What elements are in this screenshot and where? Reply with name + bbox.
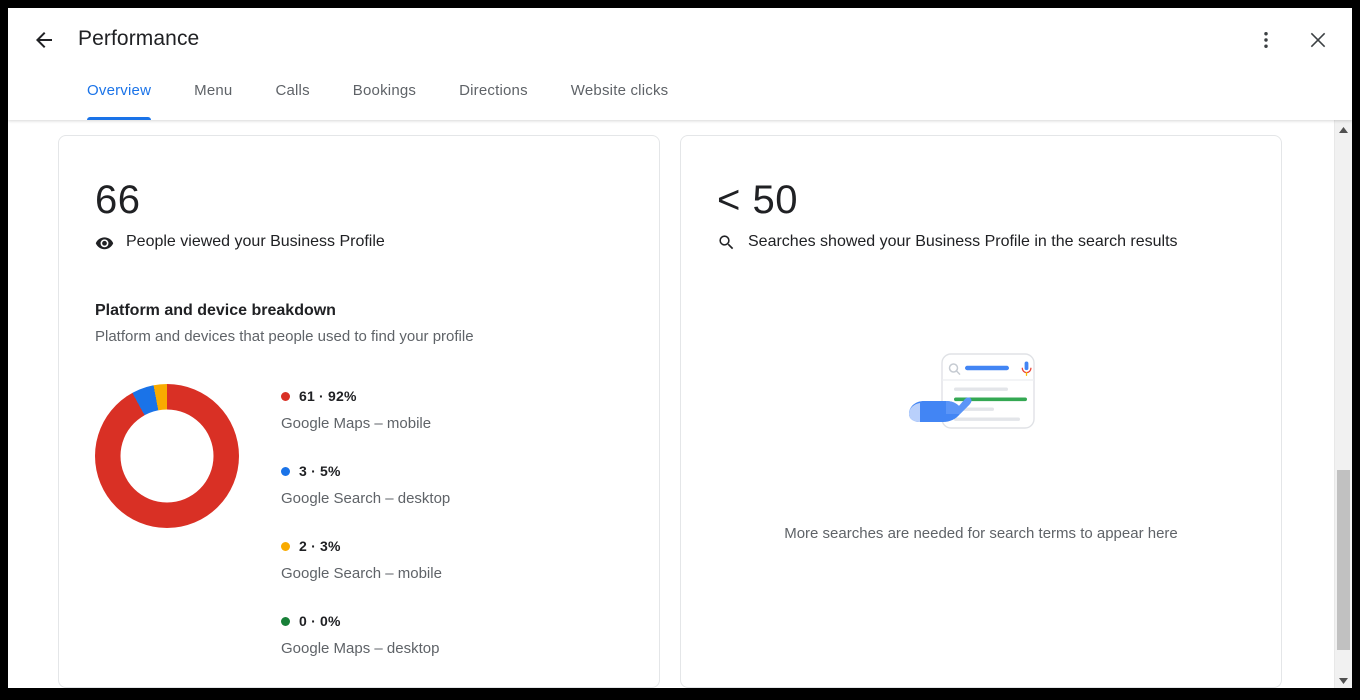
page-title: Performance [78, 27, 200, 50]
legend-category-name: Google Search – mobile [281, 565, 442, 582]
legend-color-dot [281, 391, 290, 401]
tab-website-clicks[interactable]: Website clicks [571, 70, 669, 120]
search-icon [717, 233, 739, 252]
tab-directions-label: Directions [459, 82, 528, 99]
legend-color-dot [281, 616, 290, 626]
views-metric-row: People viewed your Business Profile [95, 230, 623, 254]
tab-overview[interactable]: Overview [87, 70, 152, 120]
legend-item-header: 2 · 3% [281, 536, 450, 556]
dialog-header: Performance Overview Menu Calls Bookings… [8, 8, 1352, 120]
legend-value: 61 · 92% [299, 388, 357, 404]
tab-bookings[interactable]: Bookings [353, 70, 416, 120]
eye-icon [95, 233, 117, 252]
legend-item: 2 · 3% Google Search – mobile [281, 536, 450, 585]
legend-color-dot [281, 541, 290, 551]
tab-directions[interactable]: Directions [459, 70, 528, 120]
platform-device-breakdown: 61 · 92% Google Maps – mobile 3 · 5% Google… [95, 380, 623, 660]
performance-dialog: Performance Overview Menu Calls Bookings… [8, 8, 1352, 688]
donut-legend: 61 · 92% Google Maps – mobile 3 · 5% Google… [269, 380, 450, 660]
breakdown-title: Platform and device breakdown [95, 302, 336, 319]
close-icon [1306, 28, 1330, 57]
empty-state-message: More searches are needed for search term… [784, 525, 1178, 542]
tab-menu[interactable]: Menu [194, 70, 232, 120]
back-button[interactable] [26, 24, 62, 60]
triangle-down-icon [1339, 671, 1348, 689]
legend-item: 3 · 5% Google Search – desktop [281, 461, 450, 510]
searches-metric-label: Searches showed your Business Profile in… [748, 233, 1178, 250]
legend-category-name: Google Maps – mobile [281, 415, 432, 432]
searches-metric-value: < 50 [717, 178, 798, 222]
legend-category-name: Google Search – desktop [281, 490, 451, 507]
search-results-hand-illustration [906, 340, 1056, 455]
window-frame: Performance Overview Menu Calls Bookings… [0, 0, 1360, 700]
scroll-up-button[interactable] [1335, 120, 1352, 137]
donut-chart-wrap [95, 380, 269, 660]
tab-calls[interactable]: Calls [275, 70, 309, 120]
legend-item: 0 · 0% Google Maps – desktop [281, 611, 450, 660]
search-terms-empty-state: More searches are needed for search term… [717, 340, 1245, 545]
legend-value: 3 · 5% [299, 463, 341, 479]
legend-value: 2 · 3% [299, 538, 341, 554]
views-metric-value: 66 [95, 178, 141, 222]
tab-calls-label: Calls [275, 82, 310, 99]
legend-item: 61 · 92% Google Maps – mobile [281, 386, 450, 435]
tab-bar: Overview Menu Calls Bookings Directions … [8, 70, 711, 120]
legend-item-header: 61 · 92% [281, 386, 450, 406]
legend-color-dot [281, 466, 290, 476]
more-vertical-icon [1255, 29, 1277, 56]
tab-overview-label: Overview [87, 82, 152, 99]
arrow-left-icon [32, 28, 56, 57]
header-actions [1246, 22, 1352, 62]
cards-row: 66 People viewed your Business Profile P… [8, 135, 1326, 688]
close-button[interactable] [1298, 22, 1338, 62]
dialog-body: 66 People viewed your Business Profile P… [8, 120, 1352, 688]
legend-value: 0 · 0% [299, 613, 341, 629]
more-options-button[interactable] [1246, 22, 1286, 62]
vertical-scrollbar[interactable] [1334, 120, 1352, 688]
tab-menu-label: Menu [194, 82, 233, 99]
triangle-up-icon [1339, 120, 1348, 138]
breakdown-subtitle: Platform and devices that people used to… [95, 328, 474, 345]
tab-bookings-label: Bookings [352, 82, 417, 99]
legend-category-name: Google Maps – desktop [281, 640, 440, 657]
search-results-card: < 50 Searches showed your Business Profi… [680, 135, 1282, 688]
searches-metric-row: Searches showed your Business Profile in… [717, 230, 1245, 254]
legend-item-header: 0 · 0% [281, 611, 450, 631]
donut-chart [95, 384, 239, 528]
views-metric-label: People viewed your Business Profile [126, 233, 385, 250]
scroll-content: 66 People viewed your Business Profile P… [8, 120, 1326, 688]
tab-website-clicks-label: Website clicks [570, 82, 669, 99]
scroll-down-button[interactable] [1335, 671, 1352, 688]
title-bar: Performance [8, 8, 1352, 70]
profile-views-card: 66 People viewed your Business Profile P… [58, 135, 660, 688]
legend-item-header: 3 · 5% [281, 461, 450, 481]
scrollbar-thumb[interactable] [1337, 470, 1350, 650]
